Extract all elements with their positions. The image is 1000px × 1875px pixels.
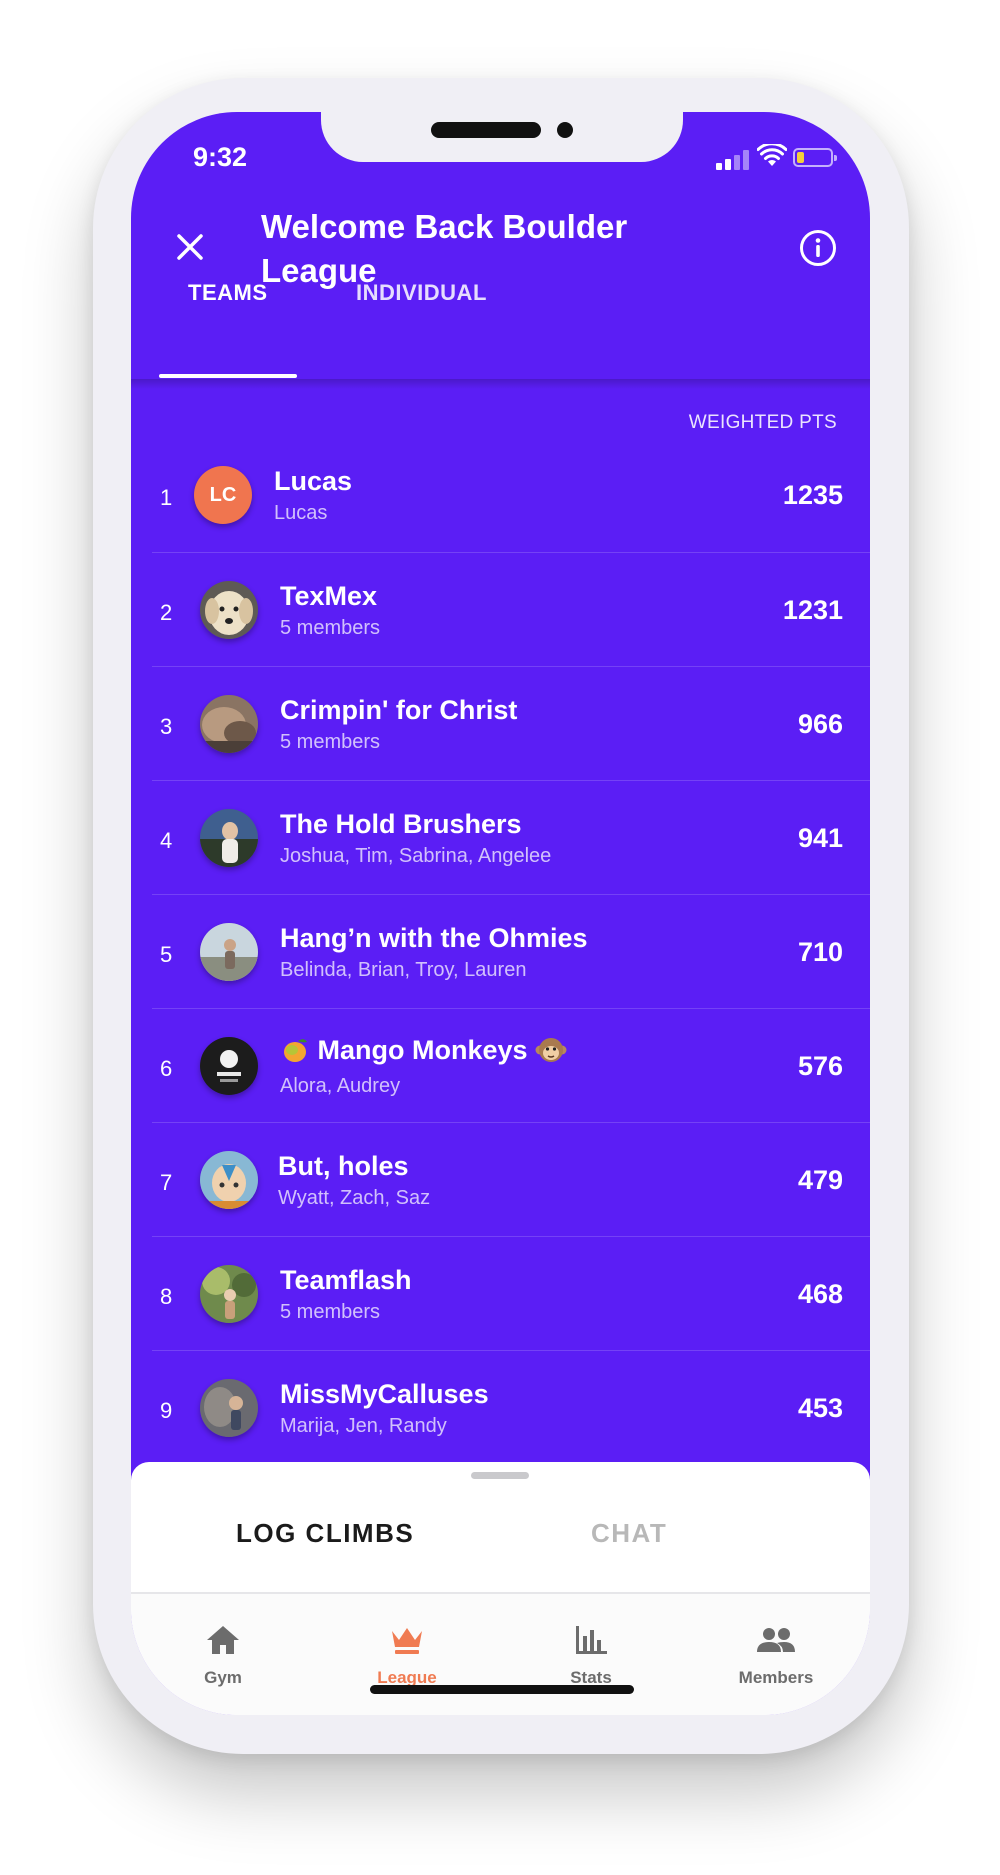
logo-badge-avatar (200, 1037, 258, 1095)
status-time: 9:32 (193, 142, 248, 172)
crown-icon (392, 1628, 422, 1654)
rank: 4 (160, 828, 173, 853)
team-name: Lucas (274, 466, 353, 496)
team-points: 453 (797, 1393, 843, 1423)
leaderboard-row[interactable]: 9 MissMyCalluses Marija, Jen, Randy 453 (152, 1350, 870, 1465)
team-members: Joshua, Tim, Sabrina, Angelee (280, 845, 552, 867)
avatar: LC (194, 466, 252, 524)
team-points: 710 (797, 937, 843, 967)
nav-league[interactable]: League (347, 1624, 467, 1688)
rank: 2 (160, 600, 173, 625)
home-icon (207, 1626, 239, 1654)
rank: 6 (160, 1056, 173, 1081)
cartoon-avatar (200, 1151, 258, 1209)
team-name: Crimpin' for Christ (280, 695, 518, 725)
team-points: 468 (797, 1279, 843, 1309)
person-avatar (200, 809, 258, 867)
team-name-line: Mango Monkeys (280, 1035, 567, 1066)
wifi-icon (757, 144, 787, 166)
leaderboard-row[interactable]: 5 Hang’n with the Ohmies Belinda, Brian,… (152, 894, 870, 1009)
monkey-icon (535, 1037, 567, 1062)
leaderboard-row[interactable]: 6 Mango Monkeys Alora, Audrey 576 (152, 1008, 870, 1123)
speaker (431, 122, 541, 138)
team-points: 576 (797, 1051, 843, 1081)
team-members: Wyatt, Zach, Saz (278, 1187, 431, 1209)
rank: 8 (160, 1284, 173, 1309)
chat-button[interactable]: CHAT (591, 1518, 667, 1549)
leaderboard-row[interactable]: 7 But, holes Wyatt, Zach, Saz 479 (152, 1122, 870, 1237)
team-members: Alora, Audrey (280, 1075, 401, 1097)
outdoor-avatar (200, 923, 258, 981)
nav-stats[interactable]: Stats (531, 1624, 651, 1688)
rank: 5 (160, 942, 173, 967)
sheet-drag-handle[interactable] (471, 1472, 529, 1479)
people-icon (757, 1628, 795, 1652)
team-points: 479 (797, 1165, 843, 1195)
nav-members[interactable]: Members (716, 1624, 836, 1688)
home-indicator (370, 1685, 634, 1694)
tree-avatar (200, 1265, 258, 1323)
info-icon[interactable] (799, 229, 837, 267)
team-name: But, holes (278, 1151, 409, 1181)
team-members: Marija, Jen, Randy (280, 1415, 447, 1437)
team-name: Mango Monkeys (317, 1035, 528, 1065)
mango-icon (284, 1039, 307, 1062)
battery-level (797, 152, 804, 163)
team-name: MissMyCalluses (280, 1379, 489, 1409)
leaderboard-row[interactable]: 1 LC Lucas Lucas 1235 (152, 438, 870, 552)
nav-gym[interactable]: Gym (163, 1624, 283, 1688)
leaderboard-row[interactable]: 3 Crimpin' for Christ 5 members 966 (152, 666, 870, 781)
team-members: 5 members (280, 617, 381, 639)
leaderboard-row[interactable]: 4 The Hold Brushers Joshua, Tim, Sabrina… (152, 780, 870, 895)
close-icon[interactable] (173, 230, 207, 264)
nav-label: Gym (204, 1668, 242, 1687)
app-screen: 9:32 Welcome Back Boulder League TEAMS I… (131, 112, 870, 1715)
team-points: 941 (797, 823, 843, 853)
header-shadow (131, 379, 870, 389)
team-points: 1231 (782, 595, 843, 625)
notch (321, 112, 683, 162)
leaderboard-row[interactable]: 2 TexMex 5 members 1231 (152, 552, 870, 667)
column-header-weighted-pts: WEIGHTED PTS (688, 412, 837, 433)
active-tab-indicator (159, 374, 297, 378)
team-name: TexMex (280, 581, 378, 611)
team-members: 5 members (280, 731, 381, 753)
cellular-signal-icon (716, 150, 750, 170)
rank: 1 (160, 485, 173, 510)
nav-label: Members (738, 1668, 814, 1687)
team-points: 1235 (782, 480, 843, 510)
battery-icon (793, 148, 837, 167)
team-name: Hang’n with the Ohmies (280, 923, 588, 953)
log-climbs-button[interactable]: LOG CLIMBS (236, 1518, 414, 1549)
tab-teams[interactable]: TEAMS (188, 280, 268, 306)
team-members: 5 members (280, 1301, 381, 1323)
dog-avatar (200, 581, 258, 639)
team-points: 966 (797, 709, 843, 739)
team-members: Belinda, Brian, Troy, Lauren (280, 959, 527, 981)
bar-chart-icon (576, 1626, 607, 1654)
rank: 9 (160, 1398, 173, 1423)
team-members: Lucas (274, 502, 328, 524)
rank: 3 (160, 714, 173, 739)
team-name: The Hold Brushers (280, 809, 522, 839)
rank: 7 (160, 1170, 173, 1195)
bottom-sheet: LOG CLIMBS CHAT Gym League Stats Members (131, 1462, 870, 1715)
climber-avatar (200, 1379, 258, 1437)
tab-individual[interactable]: INDIVIDUAL (356, 280, 487, 306)
leaderboard-row[interactable]: 8 Teamflash 5 members 468 (152, 1236, 870, 1351)
team-name: Teamflash (280, 1265, 412, 1295)
camera (557, 122, 573, 138)
bottom-tab-bar: Gym League Stats Members (131, 1594, 870, 1715)
rock-avatar (200, 695, 258, 753)
